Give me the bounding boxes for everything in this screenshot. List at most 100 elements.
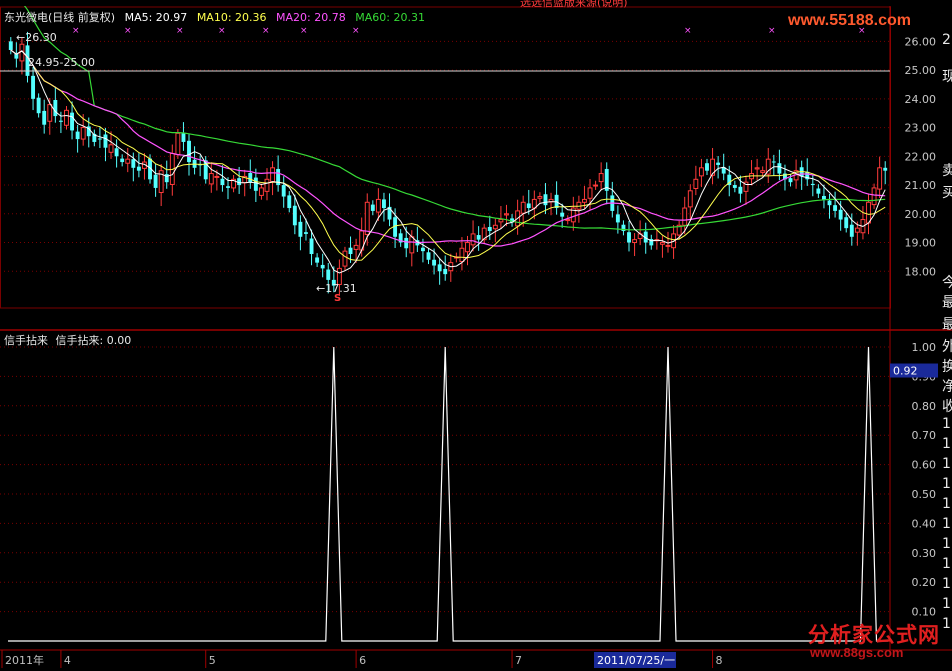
chart-canvas[interactable]: 26.0025.0024.0023.0022.0021.0020.0019.00… — [0, 0, 952, 671]
right-panel-label: 2 — [942, 32, 951, 48]
candle-body-down — [883, 167, 888, 171]
indicator-legend: 信手拈来 信手拈来: 0.00 — [4, 332, 135, 348]
right-panel-label: 现 — [942, 69, 952, 85]
candle-body-down — [543, 194, 548, 206]
candle-body-down — [716, 162, 721, 165]
candle-body-down — [844, 217, 849, 229]
candle-body-down — [53, 99, 58, 117]
ma5-label: MA5: 20.97 — [124, 11, 188, 24]
candle-body-up — [47, 104, 53, 122]
candle-body-down — [732, 185, 737, 188]
candle-body-up — [565, 219, 571, 222]
right-panel-label: 1 — [942, 496, 951, 512]
window-title: 选选信蓝版来源(说明) — [520, 0, 628, 9]
candle-body-down — [42, 110, 47, 125]
candle-body-down — [777, 163, 782, 174]
candle-body-up — [492, 224, 498, 230]
ma20-label: MA20: 20.78 — [276, 11, 346, 24]
candle-body-down — [627, 232, 631, 243]
right-panel-label: 买 — [942, 185, 952, 201]
candle-body-up — [208, 173, 214, 185]
candle-body-down — [788, 178, 793, 183]
watermark-top: www.55188.com — [788, 12, 912, 29]
time-tick-label: 4 — [64, 654, 71, 667]
candle-body-down — [58, 120, 63, 122]
ma-legend: 东光微电(日线 前复权) MA5: 20.97 MA10: 20.36 MA20… — [4, 9, 431, 25]
candle-body-down — [248, 172, 253, 183]
candle-body-up — [520, 201, 526, 214]
candle-body-down — [487, 227, 492, 232]
candle-body-up — [866, 201, 871, 224]
event-marker-0: × — [72, 26, 80, 36]
right-panel-label: 1 — [942, 476, 951, 492]
candle-body-down — [36, 97, 41, 114]
right-panel-label: 1 — [942, 536, 951, 552]
indicator-tick-label: 1.00 — [912, 341, 937, 354]
band-label: 24.95-25.00 — [28, 56, 95, 69]
right-panel-label: 收 — [942, 399, 952, 415]
right-panel-label: 卖 — [942, 163, 952, 179]
cursor-date-label: 2011/07/25/一 — [597, 654, 675, 667]
candle-body-up — [364, 201, 370, 235]
event-marker-6: × — [352, 26, 360, 36]
indicator-name: 信手拈来 — [4, 334, 48, 347]
candle-body-up — [854, 227, 860, 233]
event-marker-4: × — [262, 26, 270, 36]
candle-body-up — [504, 213, 509, 216]
price-tick-label: 26.00 — [905, 35, 937, 48]
time-tick-label: 5 — [209, 654, 216, 667]
indicator-tick-label: 0.30 — [912, 547, 937, 560]
price-tick-label: 23.00 — [905, 122, 937, 135]
candle-body-down — [348, 247, 353, 255]
right-panel-label: 1 — [942, 416, 951, 432]
candle-body-up — [214, 175, 220, 178]
candle-body-up — [465, 242, 470, 253]
candle-body-up — [80, 127, 86, 140]
candle-body-down — [849, 224, 854, 237]
right-panel-label: 1 — [942, 556, 951, 572]
candle-body-up — [342, 250, 348, 267]
candle-body-down — [326, 269, 331, 280]
candle-body-down — [526, 203, 531, 209]
candle-body-up — [665, 244, 671, 247]
candle-body-down — [816, 188, 821, 194]
candle-body-down — [560, 212, 565, 217]
right-panel-label: 1 — [942, 576, 951, 592]
indicator-value-badge-text: 0.92 — [893, 365, 918, 378]
time-tick-label: 8 — [716, 654, 723, 667]
indicator-value: 信手拈来: 0.00 — [55, 334, 132, 347]
candle-body-down — [827, 200, 832, 206]
right-panel-label: 今 — [942, 275, 952, 291]
candle-body-down — [810, 183, 815, 186]
event-marker-1: × — [124, 26, 132, 36]
candle-body-up — [760, 170, 766, 173]
candle-body-down — [8, 41, 13, 50]
indicator-tick-label: 0.40 — [912, 517, 937, 530]
event-marker-2: × — [176, 26, 184, 36]
indicator-tick-label: 0.20 — [912, 576, 937, 589]
ma60-label: MA60: 20.31 — [355, 11, 425, 24]
sell-signal-mark: S — [334, 293, 341, 304]
candle-body-down — [136, 166, 141, 171]
candle-body-up — [470, 233, 476, 246]
candle-body-up — [270, 167, 276, 183]
candle-body-down — [97, 138, 102, 140]
price-tick-label: 25.00 — [905, 64, 937, 77]
candle-body-down — [476, 235, 481, 240]
right-panel-label: 换 — [942, 359, 952, 375]
right-panel-label: 外 — [942, 339, 952, 355]
indicator-tick-label: 0.50 — [912, 488, 937, 501]
candle-body-up — [409, 236, 415, 254]
candle-body-down — [31, 75, 36, 99]
candle-body-up — [258, 187, 264, 196]
right-panel-label: 最 — [942, 317, 952, 333]
candle-body-down — [120, 158, 125, 163]
candle-body-down — [404, 237, 409, 249]
candle-body-down — [370, 204, 375, 211]
candle-body-down — [309, 238, 314, 255]
candle-body-down — [220, 178, 225, 186]
time-tick-label: 7 — [515, 654, 522, 667]
candle-body-up — [593, 184, 599, 187]
candle-body-down — [738, 186, 743, 194]
candle-body-down — [304, 232, 308, 234]
